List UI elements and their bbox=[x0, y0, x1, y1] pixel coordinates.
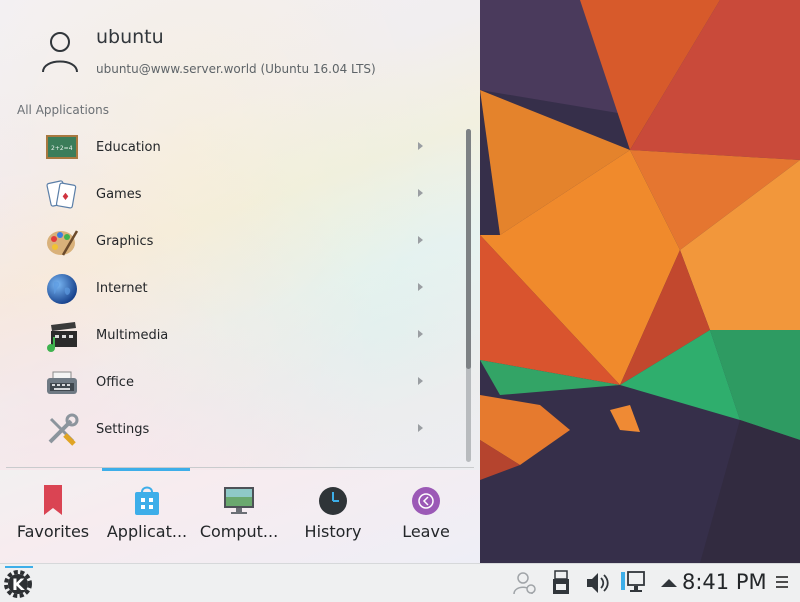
user-avatar-icon[interactable] bbox=[40, 30, 80, 74]
chevron-right-icon bbox=[418, 330, 423, 338]
app-category-label: Education bbox=[96, 140, 161, 155]
chevron-right-icon bbox=[418, 142, 423, 150]
tab-label: Favorites bbox=[16, 522, 90, 541]
panel-options-icon[interactable] bbox=[776, 576, 790, 588]
computer-monitor-icon bbox=[224, 487, 254, 514]
clock[interactable]: 8:41 PM bbox=[682, 570, 767, 594]
desktop-wallpaper bbox=[480, 0, 800, 563]
tab-label: Leave bbox=[402, 522, 450, 541]
app-category-label: Multimedia bbox=[96, 328, 169, 343]
active-launcher-indicator bbox=[5, 566, 33, 568]
application-launcher-menu: ubuntu ubuntu@www.server.world (Ubuntu 1… bbox=[0, 0, 480, 563]
bookmark-icon bbox=[44, 485, 62, 515]
app-category-games[interactable]: ♦ Games bbox=[0, 172, 440, 219]
launcher-tabs: Favorites Applicat... Comput... History … bbox=[0, 468, 480, 563]
app-list-scrollbar[interactable] bbox=[466, 129, 471, 462]
taskbar-panel: K 8:41 PM bbox=[0, 563, 800, 602]
app-category-multimedia[interactable]: Multimedia bbox=[0, 313, 440, 360]
section-title: All Applications bbox=[17, 103, 109, 117]
kde-logo-icon: K bbox=[4, 570, 32, 598]
tab-applications[interactable]: Applicat... bbox=[102, 468, 192, 563]
chevron-right-icon bbox=[418, 424, 423, 432]
svg-text:♦: ♦ bbox=[61, 192, 70, 203]
tab-history[interactable]: History bbox=[288, 468, 378, 563]
app-category-office[interactable]: Office bbox=[0, 360, 440, 407]
app-category-label: Internet bbox=[96, 281, 148, 296]
app-category-label: Office bbox=[96, 375, 134, 390]
svg-text:K: K bbox=[12, 575, 25, 594]
app-category-label: Games bbox=[96, 187, 142, 202]
games-cards-icon: ♦ bbox=[46, 180, 77, 209]
application-list: 2+2=4 Education ♦ Games Graphics Interne… bbox=[0, 125, 460, 465]
user-switch-icon[interactable] bbox=[512, 570, 538, 596]
graphics-palette-icon bbox=[47, 230, 79, 256]
chevron-right-icon bbox=[418, 236, 423, 244]
app-category-graphics[interactable]: Graphics bbox=[0, 219, 440, 266]
chevron-right-icon bbox=[418, 189, 423, 197]
app-category-label: Settings bbox=[96, 422, 150, 437]
clock-icon bbox=[319, 487, 347, 515]
app-category-internet[interactable]: Internet bbox=[0, 266, 440, 313]
scrollbar-handle[interactable] bbox=[466, 129, 471, 369]
settings-tools-icon bbox=[48, 413, 79, 446]
applications-bag-icon bbox=[135, 486, 159, 515]
education-chalkboard-icon: 2+2=4 bbox=[46, 135, 78, 159]
tab-computer[interactable]: Comput... bbox=[194, 468, 284, 563]
volume-icon[interactable] bbox=[584, 570, 610, 596]
tab-label: Comput... bbox=[199, 522, 279, 541]
application-launcher-button[interactable]: K bbox=[3, 566, 33, 598]
usb-device-icon[interactable] bbox=[548, 570, 574, 596]
tab-label: History bbox=[304, 522, 362, 541]
svg-text:2+2=4: 2+2=4 bbox=[51, 145, 73, 152]
multimedia-clapper-icon bbox=[47, 322, 77, 352]
app-category-label: Graphics bbox=[96, 234, 154, 249]
leave-arrow-icon bbox=[412, 487, 440, 515]
tab-label: Applicat... bbox=[106, 522, 188, 541]
active-tab-indicator bbox=[102, 468, 190, 471]
app-category-education[interactable]: 2+2=4 Education bbox=[0, 125, 440, 172]
chevron-right-icon bbox=[418, 283, 423, 291]
user-name: ubuntu bbox=[96, 26, 164, 48]
user-host-info: ubuntu@www.server.world (Ubuntu 16.04 LT… bbox=[96, 62, 376, 76]
network-icon[interactable] bbox=[620, 570, 646, 596]
expand-tray-icon[interactable] bbox=[656, 570, 682, 596]
app-category-settings[interactable]: Settings bbox=[0, 407, 440, 454]
office-typewriter-icon bbox=[47, 371, 77, 394]
internet-globe-icon bbox=[47, 274, 77, 304]
chevron-right-icon bbox=[418, 377, 423, 385]
tab-favorites[interactable]: Favorites bbox=[8, 468, 98, 563]
tab-leave[interactable]: Leave bbox=[381, 468, 471, 563]
